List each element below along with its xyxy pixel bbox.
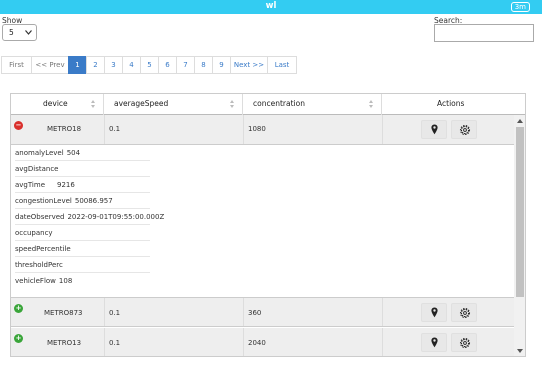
detail-key: avgTime	[15, 181, 46, 189]
gear-icon	[459, 124, 471, 136]
detail-key: occupancy	[15, 229, 53, 237]
page-next-button[interactable]: Next >>	[230, 56, 268, 74]
page-last-button[interactable]: Last	[267, 56, 297, 74]
map-marker-button[interactable]	[421, 120, 447, 139]
detail-row: avgDistance	[15, 161, 150, 177]
column-header-label: concentration	[253, 99, 305, 108]
detail-row: avgTime 9216	[15, 177, 150, 193]
title-bar: wl 3m	[0, 0, 542, 14]
pagination: First << Prev 1 2 3 4 5 6 7 8 9 Next >> …	[1, 56, 297, 74]
page-button-5[interactable]: 5	[140, 56, 159, 74]
detail-value: 504	[66, 149, 81, 157]
page-button-2[interactable]: 2	[86, 56, 105, 74]
column-header-actions: Actions	[382, 94, 525, 115]
row-detail-panel: anomalyLevel 504 avgDistance avgTime 9216 …	[11, 145, 514, 299]
detail-key: dateObserved	[15, 213, 65, 221]
table-row: − METRO18 0.1 1080	[11, 115, 514, 145]
page-button-9[interactable]: 9	[212, 56, 231, 74]
device-cell: METRO18	[47, 125, 82, 133]
column-header-label: averageSpeed	[114, 99, 169, 108]
map-marker-button[interactable]	[421, 333, 447, 352]
detail-row: anomalyLevel 504	[15, 145, 150, 161]
map-marker-icon	[431, 337, 438, 348]
gear-icon	[459, 337, 471, 349]
sort-icon	[369, 100, 375, 108]
detail-row: occupancy	[15, 225, 150, 241]
detail-row: vehicleFlow 108	[15, 273, 150, 289]
average-speed-cell: 0.1	[109, 339, 121, 347]
expand-row-icon[interactable]: +	[14, 304, 23, 313]
search-input[interactable]	[434, 24, 534, 42]
page-button-1[interactable]: 1	[68, 56, 87, 74]
average-speed-cell: 0.1	[109, 125, 121, 133]
concentration-cell: 2040	[248, 339, 266, 347]
detail-key: avgDistance	[15, 165, 59, 173]
concentration-cell: 360	[248, 309, 262, 317]
detail-row: thresholdPerc	[15, 257, 150, 273]
settings-button[interactable]	[451, 303, 477, 322]
entries-per-page-value: 5	[9, 28, 14, 37]
page-first-button[interactable]: First	[1, 56, 32, 74]
map-marker-button[interactable]	[421, 303, 447, 322]
page-button-7[interactable]: 7	[176, 56, 195, 74]
time-badge: 3m	[510, 2, 530, 12]
entries-per-page-select[interactable]: 5	[2, 24, 37, 41]
device-cell: METRO873	[44, 309, 83, 317]
detail-value: 50086.957	[74, 197, 113, 205]
detail-key: speedPercentile	[15, 245, 71, 253]
table-row: + METRO13 0.1 2040	[11, 328, 514, 356]
app-title: wl	[265, 1, 277, 11]
table-header: device averageSpeed concentration Action…	[11, 94, 525, 115]
detail-row: dateObserved 2022-09-01T09:55:00.000Z	[15, 209, 164, 225]
detail-key: vehicleFlow	[15, 277, 56, 285]
detail-value: 9216	[57, 181, 75, 189]
detail-key: anomalyLevel	[15, 149, 64, 157]
scroll-up-icon[interactable]	[517, 119, 523, 123]
expand-row-icon[interactable]: +	[14, 334, 23, 343]
page-button-8[interactable]: 8	[194, 56, 213, 74]
detail-row: congestionLevel 50086.957	[15, 193, 150, 209]
page-prev-button[interactable]: << Prev	[31, 56, 69, 74]
column-header-device[interactable]: device	[11, 94, 104, 115]
sort-icon	[91, 100, 97, 108]
collapse-row-icon[interactable]: −	[14, 121, 23, 130]
chevron-down-icon	[25, 28, 32, 37]
page-button-3[interactable]: 3	[104, 56, 123, 74]
detail-value: 108	[58, 277, 73, 285]
settings-button[interactable]	[451, 333, 477, 352]
table-row: + METRO873 0.1 360	[11, 297, 514, 327]
settings-button[interactable]	[451, 120, 477, 139]
scrollbar-thumb[interactable]	[516, 127, 524, 297]
detail-value: 2022-09-01T09:55:00.000Z	[67, 213, 165, 221]
device-cell: METRO13	[47, 339, 82, 347]
table-scrollbar[interactable]	[514, 115, 525, 356]
data-table: device averageSpeed concentration Action…	[10, 93, 526, 357]
gear-icon	[459, 307, 471, 319]
column-header-concentration[interactable]: concentration	[243, 94, 382, 115]
map-marker-icon	[431, 307, 438, 318]
column-header-label: device	[43, 99, 68, 108]
scroll-down-icon[interactable]	[517, 349, 523, 353]
average-speed-cell: 0.1	[109, 309, 121, 317]
detail-key: thresholdPerc	[15, 261, 63, 269]
column-header-label: Actions	[437, 99, 465, 108]
detail-key: congestionLevel	[15, 197, 72, 205]
sort-icon	[230, 100, 236, 108]
page-button-4[interactable]: 4	[122, 56, 141, 74]
concentration-cell: 1080	[248, 125, 266, 133]
column-header-average-speed[interactable]: averageSpeed	[104, 94, 243, 115]
detail-row: speedPercentile	[15, 241, 150, 257]
map-marker-icon	[431, 124, 438, 135]
page-button-6[interactable]: 6	[158, 56, 177, 74]
